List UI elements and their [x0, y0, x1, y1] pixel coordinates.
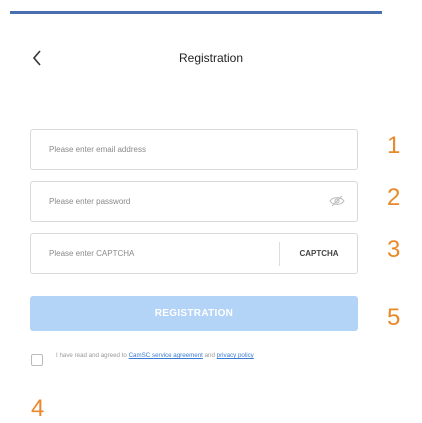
registration-button[interactable]: REGISTRATION — [30, 296, 358, 331]
agreement-text-middle: and — [202, 352, 217, 359]
privacy-policy-link[interactable]: privacy policy — [217, 352, 254, 359]
page-title: Registration — [178, 51, 244, 65]
captcha-field[interactable]: Please enter CAPTCHA CAPTCHA — [30, 233, 358, 274]
captcha-button[interactable]: CAPTCHA — [281, 234, 357, 273]
agreement-text-before: I have read and agreed to — [56, 352, 129, 359]
password-placeholder: Please enter password — [49, 197, 131, 206]
eye-hidden-icon[interactable] — [329, 195, 345, 207]
service-agreement-link[interactable]: CamSC service agreement — [129, 352, 203, 359]
top-bar-divider — [10, 0, 382, 14]
agreement-checkbox[interactable] — [31, 354, 43, 366]
annotation-number-1: 1 — [387, 132, 401, 159]
email-field[interactable]: Please enter email address — [30, 129, 358, 170]
annotation-number-2: 2 — [387, 184, 401, 211]
annotation-number-4: 4 — [31, 395, 45, 422]
agreement-text: I have read and agreed to CamSC service … — [56, 351, 361, 360]
captcha-separator — [279, 242, 280, 266]
annotation-number-3: 3 — [387, 236, 401, 263]
captcha-placeholder: Please enter CAPTCHA — [49, 249, 135, 258]
password-field[interactable]: Please enter password — [30, 181, 358, 222]
annotation-number-5: 5 — [387, 304, 401, 331]
email-placeholder: Please enter email address — [49, 145, 146, 154]
